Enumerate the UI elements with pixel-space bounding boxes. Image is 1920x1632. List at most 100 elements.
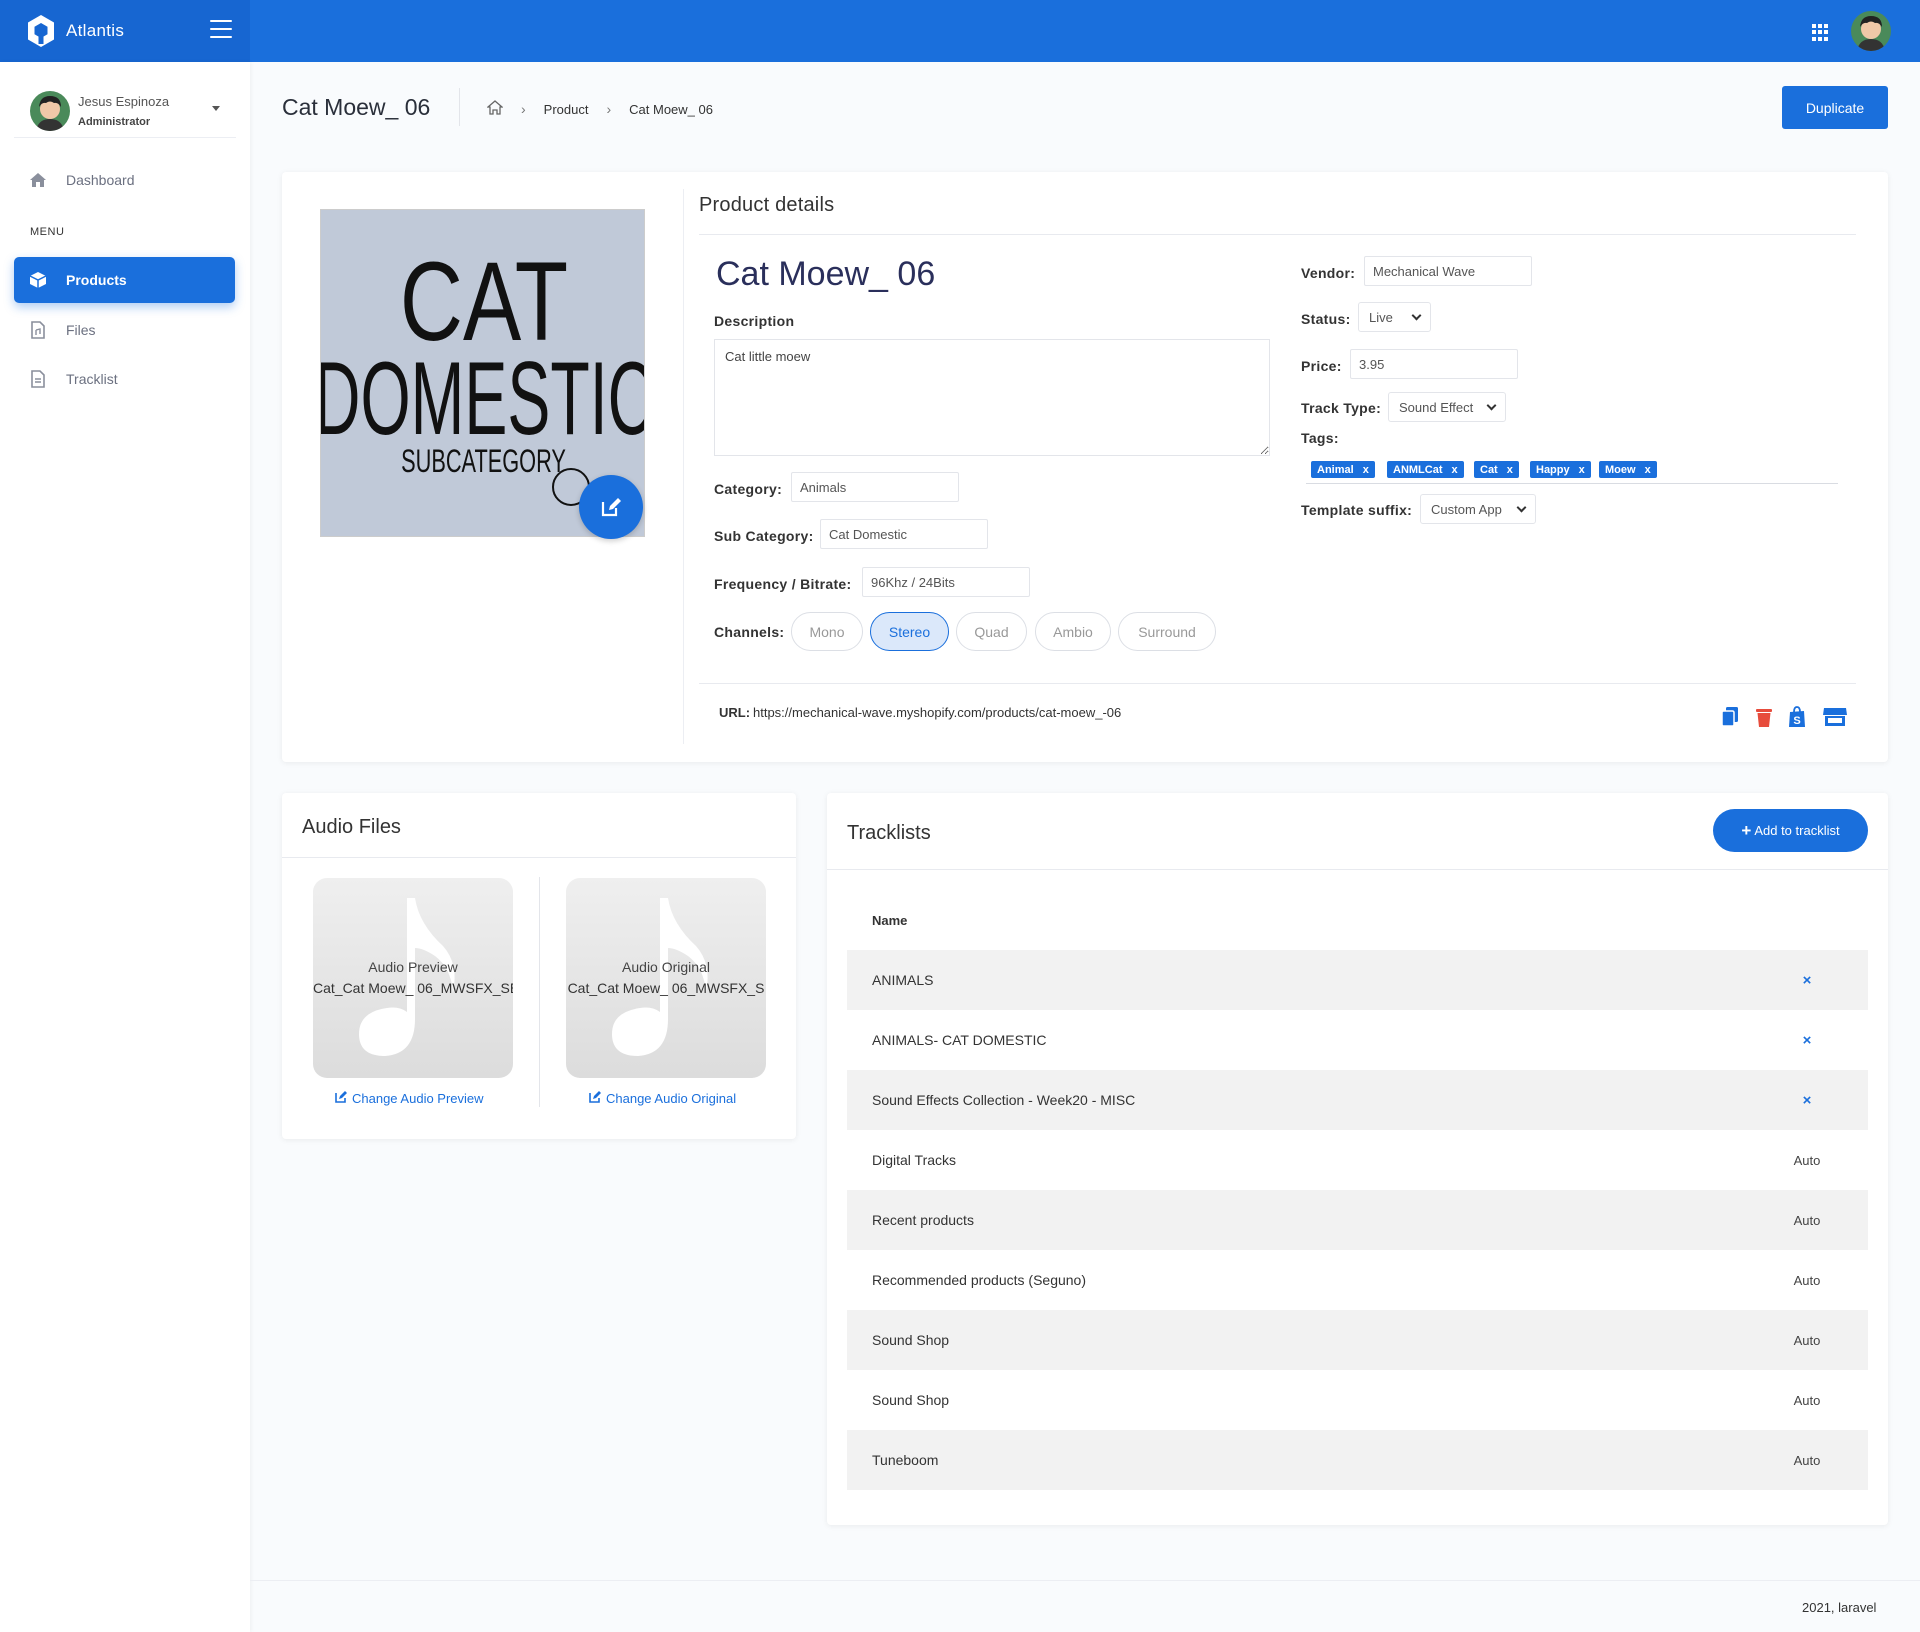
apps-grid-icon[interactable] bbox=[1812, 24, 1829, 41]
tag-remove-icon[interactable]: x bbox=[1452, 464, 1458, 476]
sidebar-item-dashboard[interactable]: Dashboard bbox=[14, 157, 235, 203]
home-icon[interactable] bbox=[486, 100, 504, 118]
frequency-field[interactable]: 96Khz / 24Bits bbox=[862, 567, 1030, 597]
sidebar-item-files[interactable]: Files bbox=[14, 307, 235, 353]
breadcrumb: › Product › Cat Moew_ 06 bbox=[486, 100, 713, 118]
remove-icon[interactable]: × bbox=[1747, 1092, 1867, 1109]
trash-icon[interactable] bbox=[1754, 706, 1776, 728]
tags-input[interactable] bbox=[1306, 483, 1838, 484]
top-navbar: Atlantis bbox=[0, 0, 1920, 62]
change-audio-original-link[interactable]: Change Audio Original bbox=[588, 1090, 736, 1106]
channel-surround[interactable]: Surround bbox=[1118, 612, 1216, 651]
tag-label: ANMLCat bbox=[1393, 463, 1443, 476]
sidebar-item-tracklist[interactable]: Tracklist bbox=[14, 356, 235, 402]
divider bbox=[699, 234, 1856, 235]
add-to-tracklist-button[interactable]: + Add to tracklist bbox=[1713, 809, 1868, 852]
status-select[interactable]: Live bbox=[1358, 302, 1431, 332]
divider bbox=[539, 877, 540, 1107]
tracklist-name: Sound Shop bbox=[872, 1392, 950, 1408]
tracklists-card: Tracklists + Add to tracklist Name ANIMA… bbox=[827, 793, 1888, 1525]
user-profile[interactable]: Jesus Espinoza Administrator bbox=[14, 76, 236, 138]
box-icon bbox=[28, 270, 48, 290]
breadcrumb-item-product[interactable]: Product bbox=[544, 102, 589, 117]
plus-icon: + bbox=[1741, 820, 1752, 840]
auto-status: Auto bbox=[1793, 1212, 1821, 1228]
copy-icon[interactable] bbox=[1720, 706, 1742, 728]
vendor-label: Vendor: bbox=[1301, 265, 1356, 281]
tag-remove-icon[interactable]: x bbox=[1363, 464, 1369, 476]
tag-label: Cat bbox=[1480, 463, 1498, 476]
image-text-line3: SUBCATEGORY bbox=[401, 443, 566, 479]
channel-ambio[interactable]: Ambio bbox=[1035, 612, 1111, 651]
subcategory-field[interactable]: Cat Domestic bbox=[820, 519, 988, 549]
sidebar-item-products[interactable]: Products bbox=[14, 257, 235, 303]
status-label: Status: bbox=[1301, 311, 1351, 327]
audio-files-card: Audio Files Audio Preview Cat_Cat Moew_ … bbox=[282, 793, 796, 1139]
remove-icon[interactable]: × bbox=[1747, 972, 1867, 989]
audio-preview-tile[interactable]: Audio Preview Cat_Cat Moew_ 06_MWSFX_SEC… bbox=[313, 878, 513, 1078]
table-row: Digital Tracks Auto bbox=[847, 1130, 1868, 1190]
divider bbox=[282, 857, 796, 858]
section-title: Audio Files bbox=[302, 816, 401, 838]
image-text-line2: DOMESTIC bbox=[321, 341, 645, 456]
table-row: Recent products Auto bbox=[847, 1190, 1868, 1250]
duplicate-button[interactable]: Duplicate bbox=[1782, 86, 1888, 129]
tracklist-name: Sound Effects Collection - Week20 - MISC bbox=[872, 1092, 1136, 1108]
footer-text: 2021, laravel bbox=[1802, 1600, 1877, 1615]
chevron-down-icon bbox=[1516, 502, 1527, 512]
tags-label: Tags: bbox=[1301, 430, 1339, 446]
caret-down-icon[interactable] bbox=[212, 106, 220, 111]
tag-remove-icon[interactable]: x bbox=[1579, 464, 1585, 476]
shopify-icon[interactable]: S bbox=[1787, 706, 1809, 728]
tracklist-name: ANIMALS- CAT DOMESTIC bbox=[872, 1032, 1047, 1048]
tag-label: Animal bbox=[1317, 463, 1354, 476]
vendor-field[interactable]: Mechanical Wave bbox=[1364, 256, 1532, 286]
tracklist-name: Sound Shop bbox=[872, 1332, 950, 1348]
edit-icon bbox=[601, 498, 621, 517]
channel-quad[interactable]: Quad bbox=[956, 612, 1027, 651]
frequency-label: Frequency / Bitrate: bbox=[714, 576, 852, 592]
table-row: Sound Shop Auto bbox=[847, 1310, 1868, 1370]
tag-remove-icon[interactable]: x bbox=[1645, 464, 1651, 476]
audio-original-tile[interactable]: Audio Original Cat_Cat Moew_ 06_MWSFX_S bbox=[566, 878, 766, 1078]
section-title: Tracklists bbox=[847, 822, 931, 844]
template-suffix-select[interactable]: Custom App bbox=[1420, 494, 1536, 524]
tracklist-name: Recent products bbox=[872, 1212, 974, 1228]
channel-mono[interactable]: Mono bbox=[791, 612, 863, 651]
auto-status: Auto bbox=[1793, 1332, 1821, 1348]
category-field[interactable]: Animals bbox=[791, 472, 959, 502]
tag-remove-icon[interactable]: x bbox=[1507, 464, 1513, 476]
divider bbox=[459, 88, 460, 126]
track-type-select[interactable]: Sound Effect bbox=[1388, 392, 1506, 422]
table-row: Sound Effects Collection - Week20 - MISC… bbox=[847, 1070, 1868, 1130]
file-text-icon bbox=[28, 369, 48, 389]
store-icon[interactable] bbox=[1822, 706, 1848, 728]
column-header-name: Name bbox=[872, 913, 908, 928]
track-type-label: Track Type: bbox=[1301, 400, 1382, 416]
chevron-right-icon: › bbox=[606, 101, 612, 117]
edit-icon bbox=[588, 1090, 602, 1106]
description-field[interactable]: Cat little moew bbox=[714, 339, 1270, 456]
price-field[interactable]: 3.95 bbox=[1350, 349, 1518, 379]
category-label: Category: bbox=[714, 481, 783, 497]
subcategory-label: Sub Category: bbox=[714, 528, 814, 544]
music-note-icon bbox=[359, 898, 455, 1056]
auto-status: Auto bbox=[1793, 1452, 1821, 1468]
change-audio-preview-label: Change Audio Preview bbox=[352, 1090, 484, 1106]
audio-preview-filename: Cat_Cat Moew_ 06_MWSFX_SECW bbox=[313, 980, 513, 996]
template-suffix-value: Custom App bbox=[1431, 501, 1502, 517]
channel-stereo[interactable]: Stereo bbox=[870, 612, 949, 651]
avatar[interactable] bbox=[1851, 11, 1891, 51]
tag-label: Moew bbox=[1605, 463, 1636, 476]
menu-section-label: MENU bbox=[30, 226, 65, 238]
change-audio-preview-link[interactable]: Change Audio Preview bbox=[334, 1090, 484, 1106]
tag-chip: Animal x bbox=[1311, 461, 1375, 478]
edit-image-button[interactable] bbox=[579, 475, 643, 539]
product-url[interactable]: https://mechanical-wave.myshopify.com/pr… bbox=[753, 705, 1121, 720]
table-row: Recommended products (Seguno) Auto bbox=[847, 1250, 1868, 1310]
tracklist-name: ANIMALS bbox=[872, 972, 934, 988]
remove-icon[interactable]: × bbox=[1747, 1032, 1867, 1049]
divider bbox=[699, 683, 1856, 684]
user-name: Jesus Espinoza bbox=[78, 94, 170, 109]
menu-toggle-icon[interactable] bbox=[210, 20, 232, 38]
